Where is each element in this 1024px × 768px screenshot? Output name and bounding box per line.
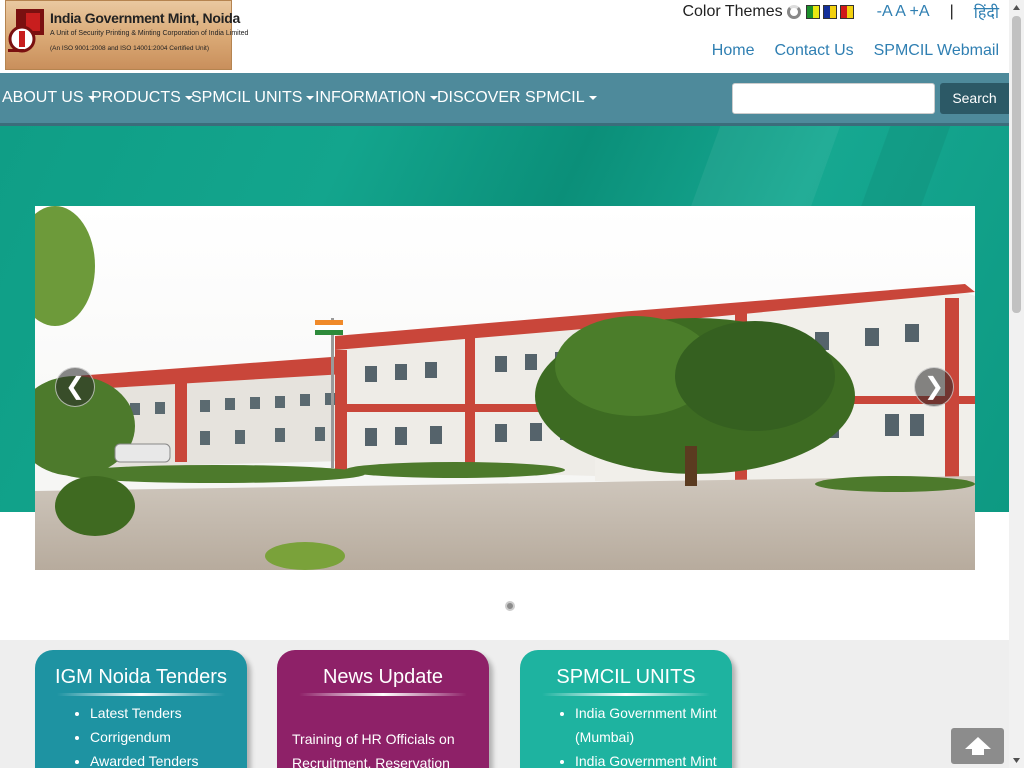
news-card: News Update Training of HR Officials on … [277,650,489,768]
scroll-down-arrow-icon[interactable] [1009,753,1024,768]
theme-green-yellow-swatch[interactable] [805,5,820,19]
nav-spmcil-units-label: SPMCIL UNITS [191,89,303,106]
nav-about-us[interactable]: ABOUT US [2,89,96,107]
carousel-next-button[interactable]: ❯ [914,367,954,407]
page: India Government Mint, Noida A Unit of S… [0,0,1009,768]
theme-reset-icon[interactable] [786,5,801,19]
logo-subtitle: A Unit of Security Printing & Minting Co… [50,30,249,37]
color-themes-label: Color Themes [682,3,783,20]
mint-building-photo [35,206,975,570]
news-card-title: News Update [322,666,444,688]
scroll-up-arrow-icon[interactable] [1009,0,1024,15]
unit-link[interactable]: India Government Mint [575,749,725,768]
tender-link-awarded[interactable]: Awarded Tenders [90,749,198,768]
scrollbar-thumb[interactable] [1012,16,1021,313]
logo-title: India Government Mint, Noida [50,10,240,26]
top-links: Home Contact Us SPMCIL Webmail [692,42,999,60]
hindi-language-link[interactable]: हिंदी [974,1,999,23]
mint-logo-icon [8,9,44,53]
arrow-up-icon [965,737,991,755]
nav-information-label: INFORMATION [315,89,426,106]
caret-down-icon [306,95,315,100]
page-scrollbar[interactable] [1009,0,1024,768]
logo[interactable]: India Government Mint, Noida A Unit of S… [5,0,248,70]
font-size-controls[interactable]: -A A +A [877,3,930,21]
header: India Government Mint, Noida A Unit of S… [0,0,1009,73]
nav-discover-spmcil[interactable]: DISCOVER SPMCIL [437,89,597,107]
tender-link-corrigendum[interactable]: Corrigendum [90,725,198,749]
carousel-prev-button[interactable]: ❮ [55,367,95,407]
nav-spmcil-units[interactable]: SPMCIL UNITS [191,89,315,107]
spmcil-webmail-link[interactable]: SPMCIL Webmail [874,42,999,60]
units-list: India Government Mint (Mumbai) India Gov… [520,701,725,768]
contact-us-link[interactable]: Contact Us [774,42,853,60]
unit-link-mumbai[interactable]: India Government Mint (Mumbai) [575,701,725,749]
nav-information[interactable]: INFORMATION [315,89,438,107]
tenders-list: Latest Tenders Corrigendum Awarded Tende… [35,701,198,768]
nav-about-us-label: ABOUT US [2,89,84,106]
card-divider [299,693,467,696]
news-item[interactable]: Training of HR Officials on Recruitment,… [292,727,477,768]
home-link[interactable]: Home [712,42,755,60]
caret-down-icon [588,95,597,100]
tenders-card-title: IGM Noida Tenders [55,666,227,688]
theme-red-yellow-swatch[interactable] [839,5,854,19]
logo-certification: (An ISO 9001:2008 and ISO 14001:2004 Cer… [50,45,209,52]
carousel-indicator-dot[interactable] [505,601,515,611]
nav-products-label: PRODUCTS [91,89,181,106]
units-card: SPMCIL UNITS India Government Mint (Mumb… [520,650,732,768]
tender-link-latest[interactable]: Latest Tenders [90,701,198,725]
units-card-title: SPMCIL UNITS [556,666,696,688]
main-navbar: ABOUT US PRODUCTS SPMCIL UNITS INFORMATI… [0,73,1009,126]
card-divider [57,693,225,696]
search-input[interactable] [732,83,935,114]
card-divider [542,693,710,696]
carousel-slide-image [35,206,975,570]
separator: | [949,3,954,20]
search-button[interactable]: Search [940,83,1009,114]
tenders-card: IGM Noida Tenders Latest Tenders Corrige… [35,650,247,768]
accessibility-bar: Color Themes -A A +A | हिंदी [682,1,999,23]
scroll-to-top-button[interactable] [951,728,1004,764]
nav-products[interactable]: PRODUCTS [91,89,193,107]
theme-blue-yellow-swatch[interactable] [822,5,837,19]
nav-discover-spmcil-label: DISCOVER SPMCIL [437,89,585,106]
